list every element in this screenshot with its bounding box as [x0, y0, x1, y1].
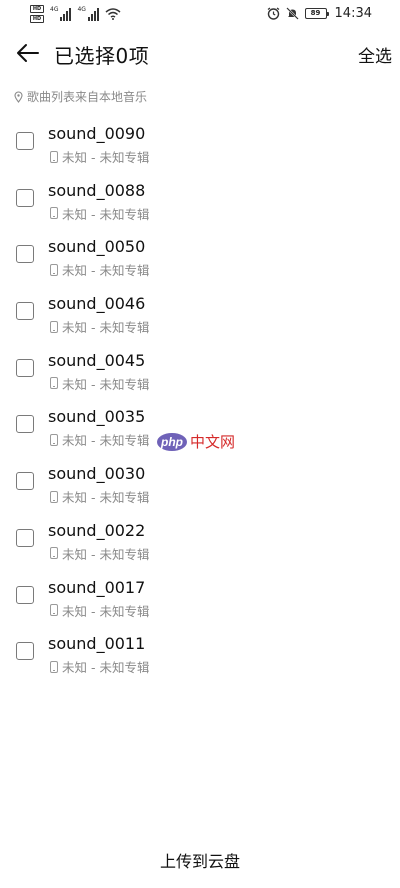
song-title: sound_0017 [48, 577, 146, 597]
page-title: 已选择0项 [54, 44, 150, 68]
song-title: sound_0088 [48, 180, 146, 200]
list-item[interactable]: sound_0022 未知 - 未知专辑 [0, 510, 400, 567]
song-subtitle: 未知 - 未知专辑 [62, 603, 150, 619]
phone-icon [50, 263, 58, 276]
checkbox[interactable] [16, 415, 34, 434]
checkbox[interactable] [16, 585, 34, 604]
song-subtitle: 未知 - 未知专辑 [62, 546, 150, 562]
phone-icon [50, 547, 58, 560]
song-subtitle: 未知 - 未知专辑 [62, 263, 150, 279]
song-subtitle-row: 未知 - 未知专辑 [50, 657, 149, 676]
signal1-tag: 4G [50, 6, 59, 13]
checkbox[interactable] [16, 642, 34, 661]
location-pin-icon [14, 90, 23, 103]
song-subtitle-row: 未知 - 未知专辑 [50, 204, 149, 223]
signal2-tag: 4G [77, 6, 86, 13]
song-subtitle-row: 未知 - 未知专辑 [50, 260, 149, 279]
song-subtitle-row: 未知 - 未知专辑 [50, 430, 149, 449]
upload-to-cloud-button[interactable]: 上传到云盘 [0, 848, 400, 878]
watermark-logo: php 中文网 [157, 433, 235, 451]
song-subtitle-row: 未知 - 未知专辑 [50, 374, 149, 393]
song-subtitle-row: 未知 - 未知专辑 [50, 147, 149, 166]
song-subtitle-row: 未知 - 未知专辑 [50, 544, 149, 563]
list-item[interactable]: sound_0045 未知 - 未知专辑 [0, 340, 400, 397]
song-subtitle: 未知 - 未知专辑 [62, 150, 150, 165]
list-item[interactable]: sound_0011 未知 - 未知专辑 [0, 623, 400, 680]
song-subtitle-row: 未知 - 未知专辑 [50, 487, 149, 506]
sim1-icon: HD [30, 5, 44, 13]
phone-icon [50, 377, 58, 390]
list-item[interactable]: sound_0050 未知 - 未知专辑 [0, 226, 400, 283]
song-title: sound_0050 [48, 237, 146, 257]
signal2-icon: 4G [77, 6, 99, 21]
song-title: sound_0045 [48, 350, 146, 370]
list-item[interactable]: sound_0090 未知 - 未知专辑 [0, 113, 400, 170]
song-subtitle-row: 未知 - 未知专辑 [50, 317, 149, 336]
list-item[interactable]: sound_0088 未知 - 未知专辑 [0, 170, 400, 227]
list-item[interactable]: sound_0046 未知 - 未知专辑 [0, 283, 400, 340]
phone-icon [50, 490, 58, 503]
checkbox[interactable] [16, 472, 34, 491]
clock: 14:34 [334, 6, 372, 21]
checkbox[interactable] [16, 245, 34, 264]
song-subtitle-row: 未知 - 未知专辑 [50, 601, 149, 620]
phone-icon [50, 660, 58, 673]
header: 已选择0项 全选 [0, 30, 400, 76]
source-hint-text: 歌曲列表来自本地音乐 [27, 90, 148, 104]
song-title: sound_0030 [48, 464, 146, 484]
song-list: sound_0090 未知 - 未知专辑 sound_0088 未知 - 未知专… [0, 113, 400, 680]
song-subtitle: 未知 - 未知专辑 [62, 433, 150, 449]
wifi-icon [105, 8, 121, 20]
source-hint: 歌曲列表来自本地音乐 [14, 88, 147, 105]
phone-icon [50, 433, 58, 446]
signal1-icon: 4G [50, 6, 72, 21]
song-subtitle: 未知 - 未知专辑 [62, 206, 150, 222]
checkbox[interactable] [16, 302, 34, 321]
list-item[interactable]: sound_0017 未知 - 未知专辑 [0, 567, 400, 624]
phone-icon [50, 150, 58, 163]
song-title: sound_0011 [48, 634, 146, 654]
sim2-icon: HD [30, 15, 44, 23]
song-subtitle: 未知 - 未知专辑 [62, 490, 150, 506]
checkbox[interactable] [16, 188, 34, 207]
song-subtitle: 未知 - 未知专辑 [62, 660, 150, 676]
back-arrow-icon[interactable] [14, 39, 42, 67]
song-title: sound_0046 [48, 294, 146, 314]
song-subtitle: 未知 - 未知专辑 [62, 320, 150, 336]
mute-icon [285, 7, 299, 20]
song-title: sound_0090 [48, 124, 146, 143]
list-item[interactable]: sound_0030 未知 - 未知专辑 [0, 453, 400, 510]
alarm-icon [267, 7, 279, 20]
song-subtitle: 未知 - 未知专辑 [62, 376, 150, 392]
checkbox[interactable] [16, 132, 34, 150]
watermark-cn: 中文网 [190, 433, 235, 451]
phone-icon [50, 604, 58, 616]
checkbox[interactable] [16, 528, 34, 547]
song-title: sound_0022 [48, 520, 146, 540]
status-right: 89 14:34 [267, 6, 372, 21]
sim-stack: HD HD [30, 5, 44, 23]
status-bar: HD HD 4G 4G 89 14:34 [0, 0, 400, 30]
screen: HD HD 4G 4G 89 14:34 已选择0项 全选 歌曲列表来自本地音乐… [0, 0, 400, 888]
phone-icon [50, 207, 58, 220]
watermark-php: php [160, 435, 183, 449]
select-all-button[interactable]: 全选 [358, 42, 392, 67]
song-title: sound_0035 [48, 407, 146, 427]
battery-icon: 89 [304, 8, 329, 19]
checkbox[interactable] [16, 358, 34, 377]
status-left: HD HD 4G 4G [30, 5, 121, 23]
phone-icon [50, 320, 58, 333]
